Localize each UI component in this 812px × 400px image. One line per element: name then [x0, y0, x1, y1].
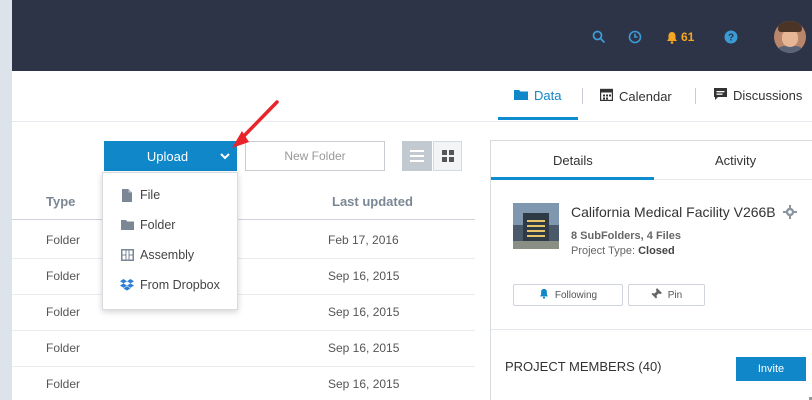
tab-details[interactable]: Details — [553, 153, 593, 168]
gear-icon[interactable] — [783, 205, 797, 224]
pin-icon — [651, 288, 662, 302]
project-members-heading: PROJECT MEMBERS (40) — [505, 359, 662, 374]
project-type-value: Closed — [638, 245, 675, 257]
pin-label: Pin — [667, 289, 683, 301]
active-panel-tab-indicator — [491, 177, 654, 180]
pin-button[interactable]: Pin — [628, 284, 705, 306]
project-type-label: Project Type: — [571, 245, 639, 257]
panel-tabs: Details Activity — [491, 141, 812, 180]
details-panel: Details Activity California Medical Faci… — [490, 140, 812, 400]
project-thumbnail — [513, 203, 559, 249]
panel-divider — [491, 329, 812, 330]
bell-icon — [539, 288, 549, 302]
following-label: Following — [554, 289, 598, 301]
tab-activity[interactable]: Activity — [715, 153, 756, 168]
app-window: 61 ? Data Calendar Discussions Upload Ne… — [12, 0, 812, 400]
project-title: California Medical Facility V266B — [571, 204, 776, 220]
following-button[interactable]: Following — [513, 284, 623, 306]
invite-button[interactable]: Invite — [736, 357, 806, 381]
project-contents: 8 SubFolders, 4 Files — [571, 230, 682, 242]
project-type: Project Type: Closed — [571, 245, 675, 257]
